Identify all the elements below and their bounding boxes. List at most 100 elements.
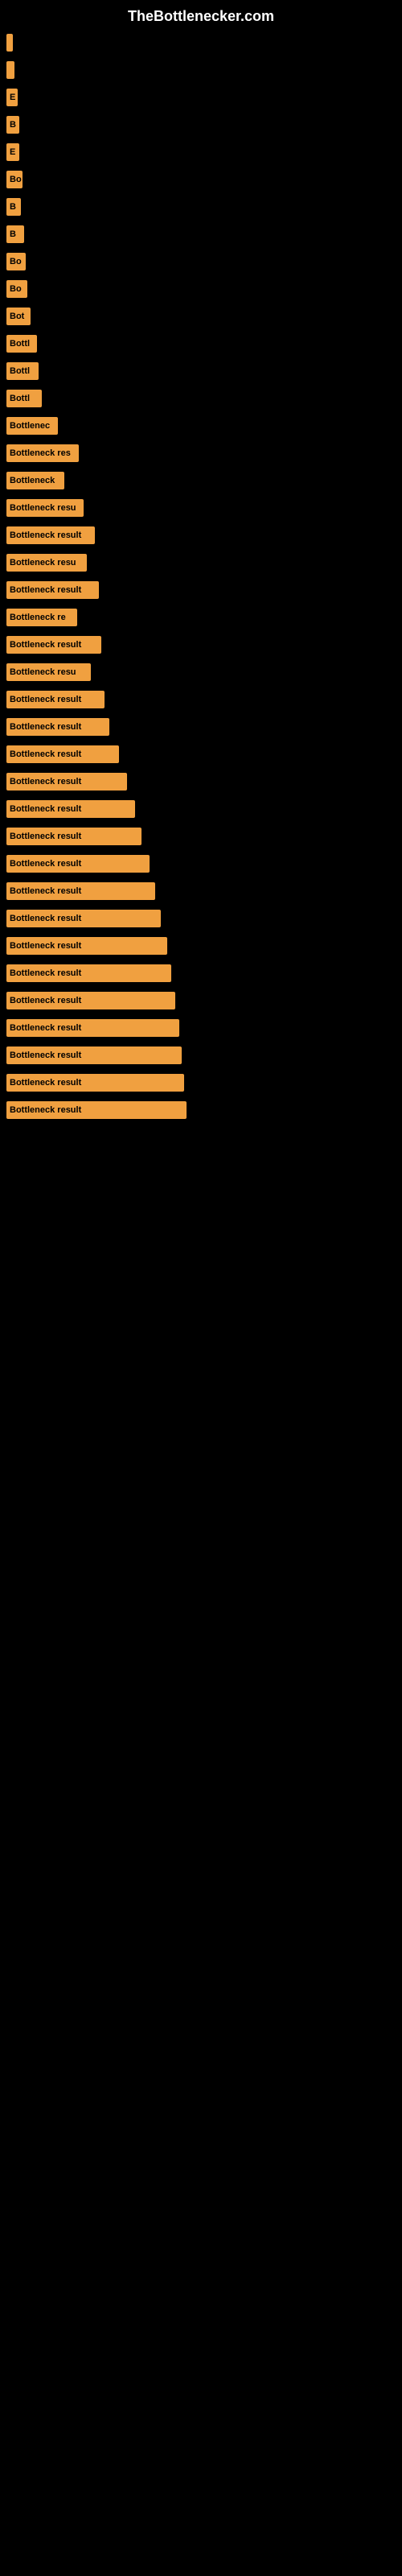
result-bar: Bottleneck result	[6, 1074, 184, 1092]
bar-label: Bottleneck result	[10, 585, 81, 595]
bar-row: Bottleneck result	[0, 987, 402, 1014]
bar-row: Bottleneck result	[0, 741, 402, 768]
bar-row: E	[0, 138, 402, 166]
bar-row: Bottleneck result	[0, 1014, 402, 1042]
bar-label: B	[10, 229, 16, 239]
bar-label: B	[10, 202, 16, 212]
bar-row: Bottleneck result	[0, 631, 402, 658]
bar-row: Bo	[0, 275, 402, 303]
bar-label: Bottleneck result	[10, 804, 81, 814]
result-bar: Bottleneck re	[6, 609, 77, 626]
result-bar: Bo	[6, 280, 27, 298]
bar-row: Bottleneck result	[0, 960, 402, 987]
bar-row: Bottleneck result	[0, 576, 402, 604]
bar-row	[0, 56, 402, 84]
bar-label: E	[10, 147, 15, 157]
bar-label: Bottleneck res	[10, 448, 71, 458]
bar-row: B	[0, 221, 402, 248]
bar-label: Bottleneck resu	[10, 558, 76, 568]
bar-row: Bottleneck result	[0, 795, 402, 823]
result-bar: B	[6, 225, 24, 243]
result-bar: Bottleneck result	[6, 882, 155, 900]
bar-label: Bottleneck result	[10, 968, 81, 978]
bar-row	[0, 29, 402, 56]
bar-label: Bottleneck resu	[10, 667, 76, 677]
bar-row: Bottleneck result	[0, 1069, 402, 1096]
result-bar: Bottleneck result	[6, 800, 135, 818]
bar-label: Bottleneck result	[10, 640, 81, 650]
result-bar: Bottl	[6, 362, 39, 380]
bar-row: Bo	[0, 248, 402, 275]
result-bar: Bottleneck	[6, 472, 64, 489]
bar-row: B	[0, 193, 402, 221]
bar-label: Bottleneck result	[10, 832, 81, 841]
bar-row: Bottleneck result	[0, 905, 402, 932]
result-bar: Bottleneck result	[6, 636, 101, 654]
result-bar: Bottleneck result	[6, 745, 119, 763]
result-bar: Bottleneck result	[6, 1101, 187, 1119]
result-bar: Bo	[6, 171, 23, 188]
result-bar: E	[6, 89, 18, 106]
bar-label: Bottleneck result	[10, 722, 81, 732]
result-bar: B	[6, 116, 19, 134]
bar-row: Bottleneck resu	[0, 658, 402, 686]
result-bar: Bot	[6, 308, 31, 325]
result-bar: E	[6, 143, 19, 161]
bar-row: Bottl	[0, 330, 402, 357]
bar-label: Bottleneck result	[10, 530, 81, 540]
bar-label: Bottleneck result	[10, 695, 81, 704]
result-bar: Bottleneck result	[6, 581, 99, 599]
result-bar: Bottleneck result	[6, 964, 171, 982]
bar-label: Bo	[10, 175, 22, 184]
bar-row: Bottleneck resu	[0, 494, 402, 522]
result-bar: Bottleneck result	[6, 937, 167, 955]
bar-label: Bottleneck result	[10, 996, 81, 1005]
bar-label: B	[10, 120, 16, 130]
bar-row: Bottleneck result	[0, 1096, 402, 1124]
result-bar: Bottl	[6, 335, 37, 353]
result-bar: Bottleneck result	[6, 773, 127, 791]
bar-row: Bottleneck result	[0, 823, 402, 850]
result-bar: Bottleneck result	[6, 828, 142, 845]
result-bar: Bottleneck res	[6, 444, 79, 462]
bar-label: E	[10, 93, 15, 102]
bar-row: Bottleneck re	[0, 604, 402, 631]
bar-label: Bottleneck re	[10, 613, 66, 622]
bar-label: Bot	[10, 312, 24, 321]
bar-row: Bottleneck result	[0, 522, 402, 549]
result-bar: Bottleneck result	[6, 992, 175, 1009]
result-bar	[6, 61, 14, 79]
bar-label: Bottl	[10, 366, 30, 376]
bar-row: Bottleneck	[0, 467, 402, 494]
result-bar: Bottleneck result	[6, 718, 109, 736]
result-bar: Bottleneck resu	[6, 663, 91, 681]
bar-label: Bottleneck result	[10, 941, 81, 951]
bar-label: Bottleneck result	[10, 914, 81, 923]
bar-label: Bottleneck result	[10, 1078, 81, 1088]
bar-label: Bottl	[10, 394, 30, 403]
bar-row: B	[0, 111, 402, 138]
bar-row: Bottleneck result	[0, 932, 402, 960]
result-bar: Bottleneck result	[6, 1019, 179, 1037]
result-bar	[6, 34, 13, 52]
result-bar: Bottleneck result	[6, 910, 161, 927]
bar-row: Bo	[0, 166, 402, 193]
bar-row: Bottlenec	[0, 412, 402, 440]
result-bar: Bo	[6, 253, 26, 270]
bar-label: Bottleneck resu	[10, 503, 76, 513]
bar-row: Bottl	[0, 357, 402, 385]
result-bar: Bottl	[6, 390, 42, 407]
bar-label: Bottl	[10, 339, 30, 349]
bar-row: Bottleneck result	[0, 686, 402, 713]
bar-label: Bottleneck	[10, 476, 55, 485]
bar-row: Bottleneck result	[0, 877, 402, 905]
site-title: TheBottlenecker.com	[0, 0, 402, 29]
bar-row: Bottleneck result	[0, 1042, 402, 1069]
bar-label: Bottleneck result	[10, 1023, 81, 1033]
result-bar: Bottleneck result	[6, 691, 105, 708]
bar-row: Bot	[0, 303, 402, 330]
bar-row: Bottleneck resu	[0, 549, 402, 576]
bar-label: Bottleneck result	[10, 749, 81, 759]
bar-row: Bottleneck result	[0, 713, 402, 741]
bar-row: Bottl	[0, 385, 402, 412]
